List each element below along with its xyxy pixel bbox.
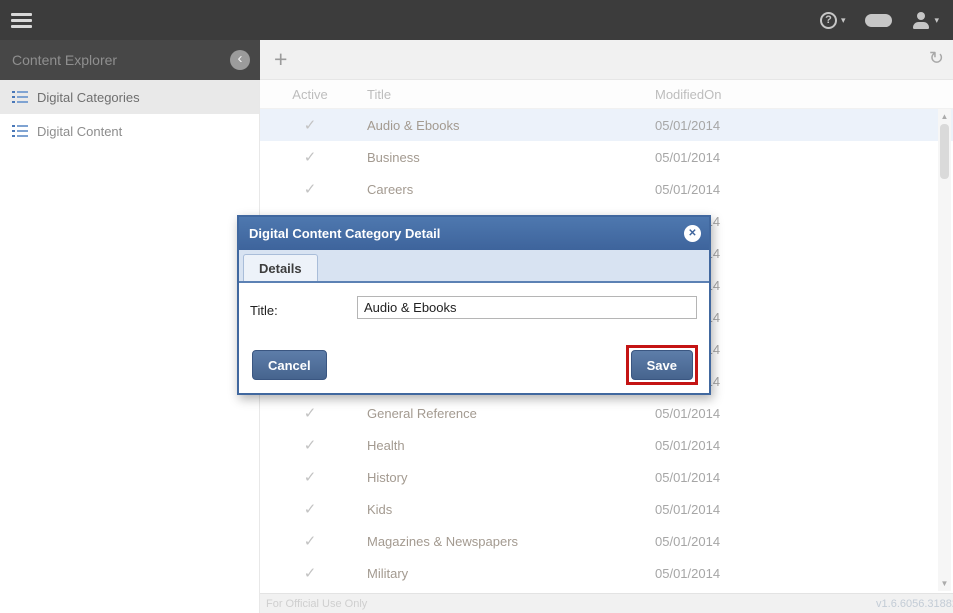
- cancel-button[interactable]: Cancel: [252, 350, 327, 380]
- table-row[interactable]: ✓ Business 05/01/2014: [260, 141, 953, 173]
- refresh-icon[interactable]: ↻: [929, 48, 944, 69]
- row-title: Kids: [360, 502, 650, 517]
- active-cell: ✓: [260, 468, 360, 486]
- row-modified: 05/01/2014: [650, 470, 953, 485]
- category-detail-dialog: Digital Content Category Detail ✕ Detail…: [237, 215, 711, 395]
- column-header-modifiedon: ModifiedOn: [650, 87, 953, 102]
- list-icon: [12, 125, 28, 137]
- table-row[interactable]: ✓ History 05/01/2014: [260, 461, 953, 493]
- row-title: Health: [360, 438, 650, 453]
- row-modified: 05/01/2014: [650, 406, 953, 421]
- cloud-button[interactable]: [865, 14, 892, 27]
- active-cell: ✓: [260, 436, 360, 454]
- sidebar-item-digital-categories[interactable]: Digital Categories: [0, 80, 259, 114]
- active-checkmark: ✓: [304, 533, 317, 550]
- version-label: v1.6.6056.31882: [876, 598, 953, 610]
- save-button[interactable]: Save: [631, 350, 693, 380]
- table-row[interactable]: ✓ Careers 05/01/2014: [260, 173, 953, 205]
- row-title: General Reference: [360, 406, 650, 421]
- close-icon[interactable]: ✕: [684, 225, 701, 242]
- active-cell: ✓: [260, 532, 360, 550]
- table-row[interactable]: ✓ Kids 05/01/2014: [260, 493, 953, 525]
- sidebar-item-digital-content[interactable]: Digital Content: [0, 114, 259, 148]
- column-header-title: Title: [360, 87, 650, 102]
- table-header: Active Title ModifiedOn: [260, 80, 953, 109]
- chevron-down-icon: ▾: [841, 15, 846, 26]
- active-checkmark: ✓: [304, 181, 317, 198]
- help-icon: ?: [820, 12, 837, 29]
- row-modified: 05/01/2014: [650, 534, 953, 549]
- sidebar-collapse-button[interactable]: ‹: [230, 50, 250, 70]
- table-row[interactable]: ✓ Military 05/01/2014: [260, 557, 953, 589]
- vertical-scrollbar[interactable]: ▲ ▼: [938, 109, 951, 591]
- column-header-active: Active: [260, 87, 360, 102]
- scroll-up-icon[interactable]: ▲: [938, 112, 951, 121]
- cloud-icon: [865, 14, 892, 27]
- dialog-titlebar: Digital Content Category Detail ✕: [239, 217, 709, 250]
- title-input[interactable]: [357, 296, 697, 319]
- row-modified: 05/01/2014: [650, 150, 953, 165]
- title-field-label: Title:: [250, 303, 278, 318]
- status-text: For Official Use Only: [266, 598, 367, 610]
- active-cell: ✓: [260, 500, 360, 518]
- user-menu[interactable]: ▾: [912, 12, 939, 29]
- row-modified: 05/01/2014: [650, 566, 953, 581]
- top-navigation-bar: ? ▾ ▾: [0, 0, 953, 40]
- scrollbar-thumb[interactable]: [940, 124, 949, 179]
- row-title: Military: [360, 566, 650, 581]
- active-cell: ✓: [260, 564, 360, 582]
- chevron-down-icon: ▾: [934, 15, 939, 26]
- hamburger-menu-icon[interactable]: [11, 13, 32, 28]
- status-bar: For Official Use Only v1.6.6056.31882: [260, 593, 953, 613]
- tab-details[interactable]: Details: [243, 254, 318, 281]
- row-title: History: [360, 470, 650, 485]
- row-title: Audio & Ebooks: [360, 118, 650, 133]
- row-title: Magazines & Newspapers: [360, 534, 650, 549]
- active-checkmark: ✓: [304, 149, 317, 166]
- sidebar-item-label: Digital Content: [37, 124, 122, 139]
- scroll-down-icon[interactable]: ▼: [938, 579, 951, 588]
- sidebar-title: Content Explorer: [0, 40, 260, 80]
- row-modified: 05/01/2014: [650, 118, 953, 133]
- row-modified: 05/01/2014: [650, 502, 953, 517]
- table-row[interactable]: ✓ Audio & Ebooks 05/01/2014: [260, 109, 953, 141]
- topbar-right-icons: ? ▾ ▾: [820, 0, 939, 40]
- user-icon: [912, 12, 930, 29]
- add-icon[interactable]: +: [274, 46, 287, 73]
- content-toolbar: + ↻: [260, 40, 953, 80]
- save-button-highlight: Save: [626, 345, 698, 385]
- active-checkmark: ✓: [304, 469, 317, 486]
- table-row[interactable]: ✓ Health 05/01/2014: [260, 429, 953, 461]
- active-checkmark: ✓: [304, 405, 317, 422]
- row-modified: 05/01/2014: [650, 438, 953, 453]
- dialog-tabstrip: Details: [239, 250, 709, 283]
- sidebar: Digital Categories Digital Content: [0, 80, 260, 613]
- sidebar-header: Content Explorer ‹: [0, 40, 260, 80]
- active-checkmark: ✓: [304, 117, 317, 134]
- sidebar-item-label: Digital Categories: [37, 90, 140, 105]
- active-checkmark: ✓: [304, 437, 317, 454]
- dialog-title: Digital Content Category Detail: [249, 226, 440, 241]
- list-icon: [12, 91, 28, 103]
- row-title: Careers: [360, 182, 650, 197]
- active-cell: ✓: [260, 404, 360, 422]
- active-cell: ✓: [260, 116, 360, 134]
- active-checkmark: ✓: [304, 565, 317, 582]
- active-checkmark: ✓: [304, 501, 317, 518]
- active-cell: ✓: [260, 180, 360, 198]
- help-menu[interactable]: ? ▾: [820, 12, 846, 29]
- dialog-body: Title: Cancel Save: [239, 283, 709, 391]
- row-title: Business: [360, 150, 650, 165]
- active-cell: ✓: [260, 148, 360, 166]
- table-row[interactable]: ✓ Magazines & Newspapers 05/01/2014: [260, 525, 953, 557]
- table-row[interactable]: ✓ General Reference 05/01/2014: [260, 397, 953, 429]
- row-modified: 05/01/2014: [650, 182, 953, 197]
